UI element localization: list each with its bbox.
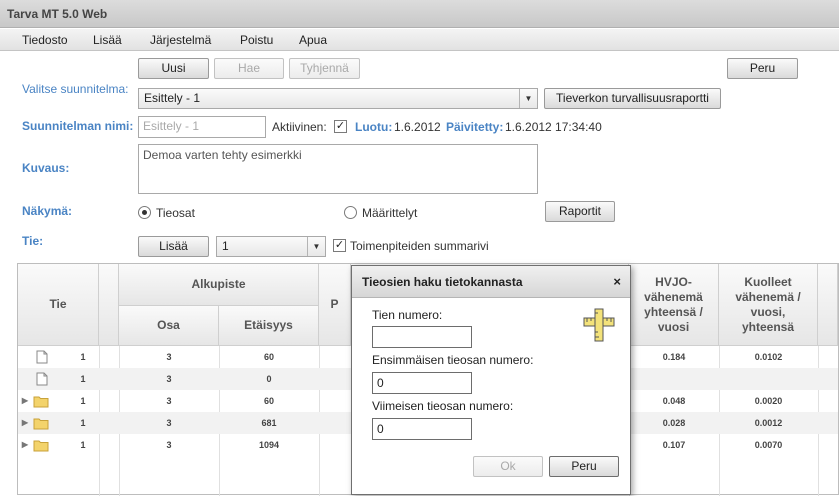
- menu-add[interactable]: Lisää: [93, 29, 122, 51]
- summary-label: Toimenpiteiden summarivi: [350, 239, 489, 253]
- road-select[interactable]: 1 ▼: [216, 236, 326, 257]
- search-button[interactable]: Hae: [214, 58, 284, 79]
- plan-select-value: Esittely - 1: [144, 91, 201, 105]
- col-header-extra: [818, 264, 838, 346]
- plan-name-label: Suunnitelman nimi:: [22, 119, 134, 133]
- reports-button[interactable]: Raportit: [545, 201, 615, 222]
- cell-osa: 3: [166, 440, 172, 450]
- cell-osa: 3: [166, 352, 172, 362]
- road-number-label: Tien numero:: [372, 308, 443, 322]
- cell-etaisyys: 681: [261, 418, 277, 428]
- cell-hvjo: 0.048: [662, 396, 686, 406]
- cell-kuolleet: 0.0020: [754, 396, 783, 406]
- expand-icon[interactable]: ▶: [21, 412, 29, 434]
- cell-tie: 1: [80, 418, 86, 428]
- window-title: Tarva MT 5.0 Web: [0, 0, 839, 28]
- dialog-cancel-button[interactable]: Peru: [549, 456, 619, 477]
- chevron-down-icon[interactable]: ▼: [519, 89, 537, 108]
- menu-bar: Tiedosto Lisää Järjestelmä Poistu Apua: [0, 29, 839, 51]
- updated-label: Päivitetty:: [446, 120, 504, 134]
- view-definitions-radio[interactable]: [344, 206, 357, 219]
- col-header-deaths[interactable]: Kuolleet vähenemä / vuosi, yhteensä: [719, 264, 818, 346]
- cell-osa: 3: [166, 418, 172, 428]
- menu-exit[interactable]: Poistu: [240, 29, 273, 51]
- col-header-section[interactable]: Osa: [119, 306, 219, 346]
- road-select-value: 1: [222, 239, 229, 253]
- cell-etaisyys: 60: [263, 352, 274, 362]
- summary-checkbox[interactable]: ✓: [333, 239, 346, 252]
- add-road-button[interactable]: Lisää: [138, 236, 209, 257]
- updated-value: 1.6.2012 17:34:40: [505, 120, 602, 134]
- chevron-down-icon[interactable]: ▼: [307, 237, 325, 256]
- col-header-distance[interactable]: Etäisyys: [219, 306, 319, 346]
- view-definitions-label: Määrittelyt: [362, 206, 418, 220]
- plan-name-field[interactable]: Esittely - 1: [138, 116, 266, 138]
- cell-tie: 1: [80, 440, 86, 450]
- description-field[interactable]: Demoa varten tehty esimerkki: [138, 144, 538, 194]
- cell-kuolleet: 0.0012: [754, 418, 783, 428]
- created-value: 1.6.2012: [394, 120, 441, 134]
- cell-etaisyys: 60: [263, 396, 274, 406]
- cell-etaisyys: 0: [266, 374, 272, 384]
- plan-select-label: Valitse suunnitelma:: [22, 82, 129, 96]
- ruler-icon: [583, 308, 615, 342]
- cell-kuolleet: 0.0070: [754, 440, 783, 450]
- cell-hvjo: 0.028: [662, 418, 686, 428]
- cell-tie: 1: [80, 396, 86, 406]
- menu-help[interactable]: Apua: [299, 29, 327, 51]
- col-header-partial[interactable]: P: [319, 264, 351, 346]
- col-header-hvjo[interactable]: HVJO-vähenemä yhteensä / vuosi: [629, 264, 719, 346]
- expand-icon[interactable]: ▶: [21, 434, 29, 456]
- cell-hvjo: 0.184: [662, 352, 686, 362]
- view-label: Näkymä:: [22, 204, 73, 218]
- road-search-dialog: Tieosien haku tietokannasta × Tien numer…: [351, 265, 631, 495]
- clear-button[interactable]: Tyhjennä: [289, 58, 360, 79]
- last-section-label: Viimeisen tieosan numero:: [372, 399, 514, 413]
- cell-osa: 3: [166, 374, 172, 384]
- folder-icon: [32, 434, 50, 460]
- first-section-label: Ensimmäisen tieosan numero:: [372, 353, 534, 367]
- active-label: Aktiivinen:: [272, 120, 327, 134]
- cell-kuolleet: 0.0102: [754, 352, 783, 362]
- new-button[interactable]: Uusi: [138, 58, 209, 79]
- cell-tie: 1: [80, 352, 86, 362]
- ok-button[interactable]: Ok: [473, 456, 543, 477]
- col-header-blank: [99, 264, 119, 346]
- created-label: Luotu:: [355, 120, 393, 134]
- expand-icon[interactable]: ▶: [21, 390, 29, 412]
- view-roads-label: Tieosat: [156, 206, 195, 220]
- description-label: Kuvaus:: [22, 161, 70, 175]
- cell-hvjo: 0.107: [662, 440, 686, 450]
- col-header-start: Alkupiste: [119, 264, 319, 306]
- cell-etaisyys: 1094: [258, 440, 280, 450]
- road-number-input[interactable]: [372, 326, 472, 348]
- menu-system[interactable]: Järjestelmä: [150, 29, 211, 51]
- menu-file[interactable]: Tiedosto: [22, 29, 68, 51]
- view-roads-radio[interactable]: [138, 206, 151, 219]
- cell-osa: 3: [166, 396, 172, 406]
- active-checkbox[interactable]: ✓: [334, 120, 347, 133]
- first-section-input[interactable]: 0: [372, 372, 472, 394]
- road-label: Tie:: [22, 234, 44, 248]
- cell-tie: 1: [80, 374, 86, 384]
- plan-select[interactable]: Esittely - 1 ▼: [138, 88, 538, 109]
- last-section-input[interactable]: 0: [372, 418, 472, 440]
- safety-report-button[interactable]: Tieverkon turvallisuusraportti: [544, 88, 721, 109]
- cancel-button[interactable]: Peru: [727, 58, 798, 79]
- close-icon[interactable]: ×: [613, 266, 621, 298]
- dialog-title[interactable]: Tieosien haku tietokannasta: [352, 266, 630, 298]
- col-header-tie[interactable]: Tie: [18, 264, 99, 346]
